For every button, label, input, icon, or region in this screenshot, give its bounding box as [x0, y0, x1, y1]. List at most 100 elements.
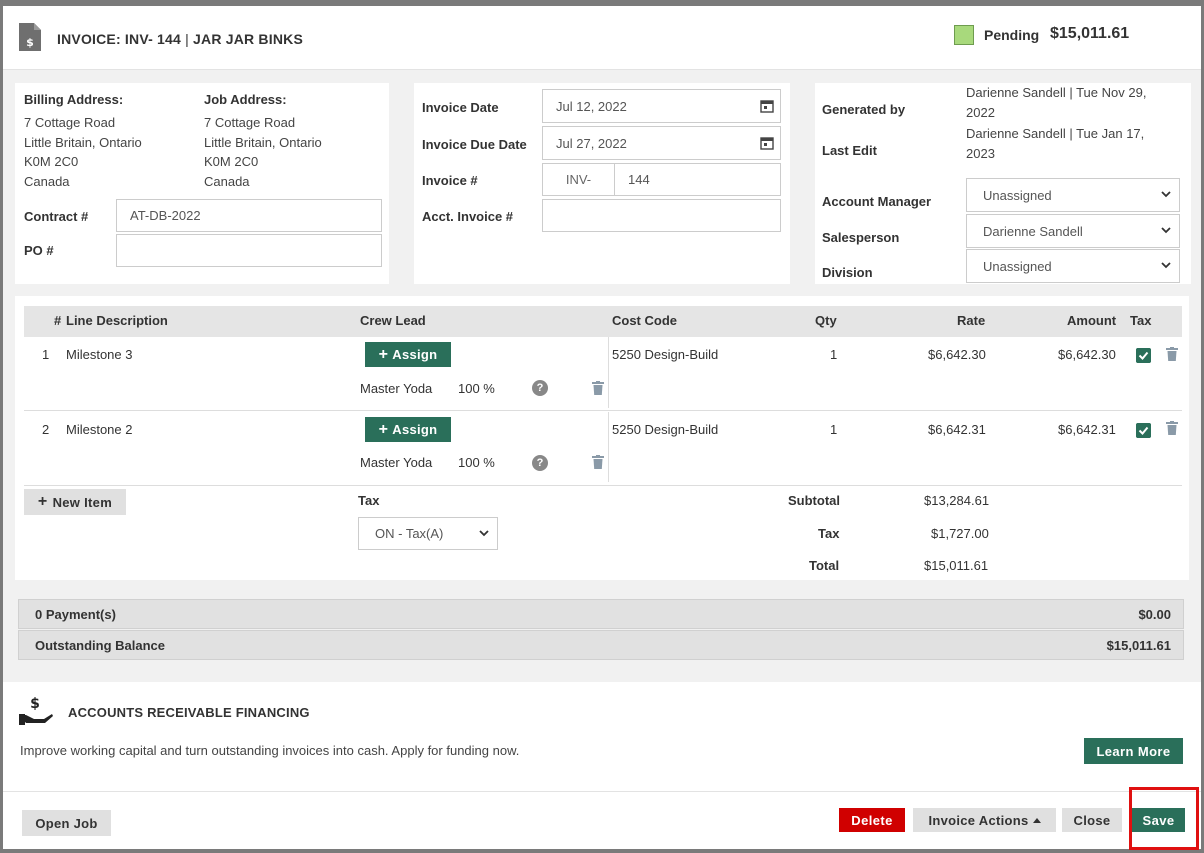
invoice-number-field[interactable]: 144	[614, 163, 781, 196]
col-crew-lead: Crew Lead	[360, 313, 426, 328]
invoice-title: INVOICE: INV- 144 | JAR JAR BINKS	[57, 31, 303, 47]
tax-rate-value: ON - Tax(A)	[375, 526, 444, 541]
generated-line: 2022	[966, 104, 995, 120]
tax-select-label: Tax	[358, 493, 380, 508]
crew-lead-name: Master Yoda	[360, 455, 433, 470]
crew-lead-name: Master Yoda	[360, 381, 433, 396]
job-line: K0M 2C0	[204, 154, 259, 169]
delete-row-icon[interactable]	[1166, 347, 1178, 361]
subtotal-label: Subtotal	[788, 493, 840, 508]
assign-label: Assign	[392, 347, 438, 362]
row-cost-code: 5250 Design-Build	[612, 422, 719, 437]
job-address: 7 Cottage Road Little Britain, Ontario K…	[204, 113, 322, 191]
billing-line: Canada	[24, 173, 70, 189]
invoice-dates-panel: Invoice Date Jul 12, 2022 Invoice Due Da…	[414, 83, 790, 284]
acct-invoice-field[interactable]	[542, 199, 781, 232]
assign-crew-button[interactable]: + Assign	[365, 417, 451, 442]
invoice-actions-label: Invoice Actions	[928, 812, 1029, 828]
line-items-header: # Line Description Crew Lead Cost Code Q…	[24, 306, 1182, 337]
learn-more-button[interactable]: Learn More	[1084, 738, 1183, 764]
generated-by-label: Generated by	[822, 102, 906, 117]
invoice-document-icon: $	[19, 23, 41, 51]
job-line: Little Britain, Ontario	[204, 134, 322, 150]
status-color-swatch	[954, 25, 974, 45]
assign-crew-button[interactable]: + Assign	[365, 342, 451, 367]
customer-name-title: JAR JAR BINKS	[193, 31, 303, 47]
row-number: 2	[42, 422, 50, 437]
new-item-button[interactable]: + New Item	[24, 489, 126, 515]
calendar-icon[interactable]	[760, 99, 774, 113]
contract-label: Contract #	[24, 209, 89, 224]
plus-icon: +	[378, 345, 389, 363]
row-divider	[24, 410, 1182, 411]
job-address-label: Job Address:	[204, 92, 287, 107]
help-icon[interactable]: ?	[532, 455, 548, 471]
col-tax: Tax	[1130, 313, 1152, 328]
invoice-number-title: INVOICE: INV- 144	[57, 31, 181, 47]
row-amount: $6,642.30	[1058, 347, 1116, 362]
svg-text:$: $	[26, 36, 34, 49]
invoice-number-label: Invoice #	[422, 173, 478, 188]
tax-checkbox[interactable]	[1136, 423, 1151, 438]
division-select[interactable]: Unassigned	[966, 249, 1180, 283]
salesperson-label: Salesperson	[822, 230, 900, 245]
invoice-meta-panel: Generated by Darienne Sandell | Tue Nov …	[815, 83, 1191, 284]
crew-lead-percent: 100 %	[458, 455, 495, 470]
close-button[interactable]: Close	[1062, 808, 1122, 832]
invoice-date-field[interactable]: Jul 12, 2022	[542, 89, 781, 123]
trash-icon[interactable]	[592, 381, 604, 395]
payments-count: 0 Payment(s)	[35, 607, 116, 622]
generated-by-value: Darienne Sandell | Tue Nov 29, 2022	[966, 83, 1146, 122]
tax-rate-select[interactable]: ON - Tax(A)	[358, 517, 498, 550]
financing-title: ACCOUNTS RECEIVABLE FINANCING	[68, 705, 310, 720]
contract-field[interactable]: AT-DB-2022	[116, 199, 382, 232]
col-amount: Amount	[1067, 313, 1117, 328]
financing-description: Improve working capital and turn outstan…	[20, 743, 520, 758]
delete-button[interactable]: Delete	[839, 808, 905, 832]
account-manager-value: Unassigned	[983, 187, 1052, 203]
help-icon[interactable]: ?	[532, 380, 548, 396]
modal-header: $ INVOICE: INV- 144 | JAR JAR BINKS Pend…	[3, 6, 1201, 70]
column-divider	[608, 412, 609, 482]
chevron-down-icon	[1161, 262, 1171, 269]
acct-invoice-label: Acct. Invoice #	[422, 209, 514, 224]
column-divider	[608, 337, 609, 408]
po-field[interactable]	[116, 234, 382, 267]
last-edit-line: 2023	[966, 145, 995, 161]
row-number: 1	[42, 347, 50, 362]
row-amount: $6,642.31	[1058, 422, 1116, 437]
chevron-down-icon	[479, 529, 489, 536]
new-item-label: New Item	[52, 494, 113, 510]
assign-label: Assign	[392, 422, 438, 437]
calendar-icon[interactable]	[760, 136, 774, 150]
salesperson-select[interactable]: Darienne Sandell	[966, 214, 1180, 248]
row-rate: $6,642.30	[928, 347, 986, 362]
svg-text:$: $	[30, 696, 40, 712]
invoice-actions-button[interactable]: Invoice Actions	[913, 808, 1056, 832]
row-description: Milestone 2	[66, 422, 133, 437]
last-edit-value: Darienne Sandell | Tue Jan 17, 2023	[966, 124, 1144, 163]
total-label: Total	[809, 558, 840, 573]
crew-lead-percent: 100 %	[458, 381, 495, 396]
tax-checkbox[interactable]	[1136, 348, 1151, 363]
tax-total-value: $1,727.00	[931, 526, 989, 541]
trash-icon[interactable]	[592, 455, 604, 469]
account-manager-select[interactable]: Unassigned	[966, 178, 1180, 212]
po-label: PO #	[24, 243, 54, 258]
billing-line: 7 Cottage Road	[24, 115, 116, 130]
invoice-date-value: Jul 12, 2022	[556, 98, 627, 114]
title-separator: |	[181, 31, 194, 47]
billing-line: Little Britain, Ontario	[24, 134, 142, 150]
due-date-field[interactable]: Jul 27, 2022	[542, 126, 781, 160]
open-job-button[interactable]: Open Job	[22, 810, 111, 836]
chevron-down-icon	[1161, 227, 1171, 234]
subtotal-value: $13,284.61	[924, 493, 990, 508]
col-description: Line Description	[66, 313, 168, 328]
save-highlight-box	[1129, 787, 1199, 850]
billing-line: K0M 2C0	[24, 154, 79, 169]
division-label: Division	[822, 265, 873, 280]
job-line: Canada	[204, 173, 250, 189]
delete-row-icon[interactable]	[1166, 421, 1178, 435]
division-value: Unassigned	[983, 258, 1052, 274]
address-panel: Billing Address: 7 Cottage Road Little B…	[15, 83, 389, 284]
